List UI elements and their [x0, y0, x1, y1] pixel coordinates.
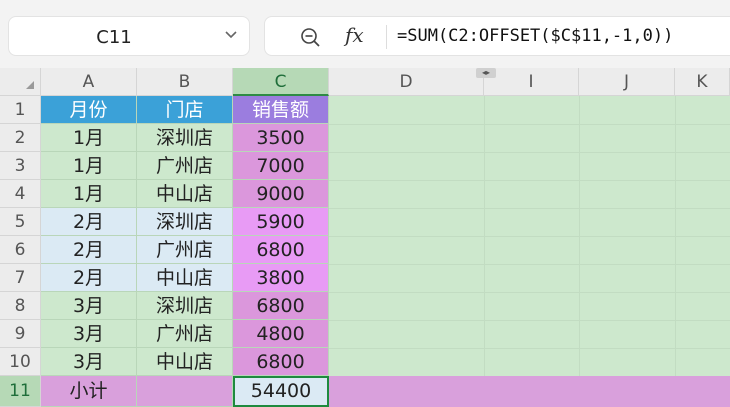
- zoom-out-icon[interactable]: [299, 26, 321, 48]
- table-cell-sales[interactable]: 5900: [233, 208, 329, 236]
- table-cell-store[interactable]: 广州店: [137, 236, 233, 264]
- formula-toolbar: C11 fx =SUM(C2:OFFSET($C$11,-1,0)): [0, 0, 730, 68]
- row-header[interactable]: 2: [0, 124, 41, 152]
- grid-line: [484, 96, 485, 407]
- table-cell-sales[interactable]: 6800: [233, 236, 329, 264]
- row-header[interactable]: 9: [0, 320, 41, 348]
- header-cell-store[interactable]: 门店: [137, 96, 233, 124]
- table-cell-store[interactable]: 深圳店: [137, 208, 233, 236]
- subtotal-label-cell[interactable]: 小计: [41, 376, 137, 407]
- name-box-value[interactable]: C11: [9, 27, 219, 48]
- column-header-b[interactable]: B: [137, 68, 233, 96]
- active-cell-c11[interactable]: 54400: [233, 376, 329, 407]
- table-cell-month[interactable]: 3月: [41, 292, 137, 320]
- formula-input[interactable]: =SUM(C2:OFFSET($C$11,-1,0)): [397, 26, 673, 46]
- table-cell-store[interactable]: 深圳店: [137, 292, 233, 320]
- spreadsheet-grid: A B C D I J K ◂▸ 1 2 3 4 5 6 7 8 9 10 11 月份 门店 销售额 1月…: [0, 68, 730, 407]
- row-header[interactable]: 5: [0, 208, 41, 236]
- column-header-i[interactable]: I: [484, 68, 579, 96]
- table-cell-month[interactable]: 2月: [41, 264, 137, 292]
- table-cell-sales[interactable]: 6800: [233, 292, 329, 320]
- column-header-a[interactable]: A: [41, 68, 137, 96]
- row-header[interactable]: 11: [0, 376, 41, 407]
- table-cell-sales[interactable]: 3500: [233, 124, 329, 152]
- table-cell-month[interactable]: 1月: [41, 180, 137, 208]
- table-cell-month[interactable]: 1月: [41, 152, 137, 180]
- header-cell-month[interactable]: 月份: [41, 96, 137, 124]
- table-cell-month[interactable]: 3月: [41, 320, 137, 348]
- table-cell-store[interactable]: 中山店: [137, 348, 233, 376]
- column-header-j[interactable]: J: [579, 68, 675, 96]
- grid-line: [675, 96, 676, 407]
- name-box[interactable]: C11: [8, 16, 250, 56]
- row-header[interactable]: 3: [0, 152, 41, 180]
- table-cell-sales[interactable]: 4800: [233, 320, 329, 348]
- formula-bar[interactable]: fx =SUM(C2:OFFSET($C$11,-1,0)): [264, 16, 730, 56]
- table-cell-sales[interactable]: 9000: [233, 180, 329, 208]
- header-cell-sales[interactable]: 销售额: [233, 96, 329, 124]
- table-cell-sales[interactable]: 3800: [233, 264, 329, 292]
- select-all-corner[interactable]: [0, 68, 41, 96]
- grid-line: [579, 96, 580, 407]
- table-cell-store[interactable]: 中山店: [137, 264, 233, 292]
- formula-separator: [386, 25, 387, 49]
- table-cell-store[interactable]: 深圳店: [137, 124, 233, 152]
- function-icon[interactable]: fx: [345, 23, 364, 47]
- table-cell-month[interactable]: 2月: [41, 208, 137, 236]
- row-header[interactable]: 4: [0, 180, 41, 208]
- row-header[interactable]: 6: [0, 236, 41, 264]
- column-header-k[interactable]: K: [675, 68, 730, 96]
- table-cell-sales[interactable]: 7000: [233, 152, 329, 180]
- table-cell-store[interactable]: 广州店: [137, 152, 233, 180]
- subtotal-empty-cell[interactable]: [137, 376, 233, 407]
- table-cell-month[interactable]: 2月: [41, 236, 137, 264]
- table-cell-month[interactable]: 3月: [41, 348, 137, 376]
- column-header-d[interactable]: D: [329, 68, 484, 96]
- table-cell-month[interactable]: 1月: [41, 124, 137, 152]
- column-header-c[interactable]: C: [233, 68, 329, 96]
- hidden-columns-marker[interactable]: ◂▸: [476, 68, 496, 78]
- row-header[interactable]: 7: [0, 264, 41, 292]
- row-header[interactable]: 8: [0, 292, 41, 320]
- row-header[interactable]: 1: [0, 96, 41, 124]
- table-cell-store[interactable]: 广州店: [137, 320, 233, 348]
- chevron-down-icon[interactable]: [223, 26, 239, 42]
- table-cell-store[interactable]: 中山店: [137, 180, 233, 208]
- table-cell-sales[interactable]: 6800: [233, 348, 329, 376]
- row-header[interactable]: 10: [0, 348, 41, 376]
